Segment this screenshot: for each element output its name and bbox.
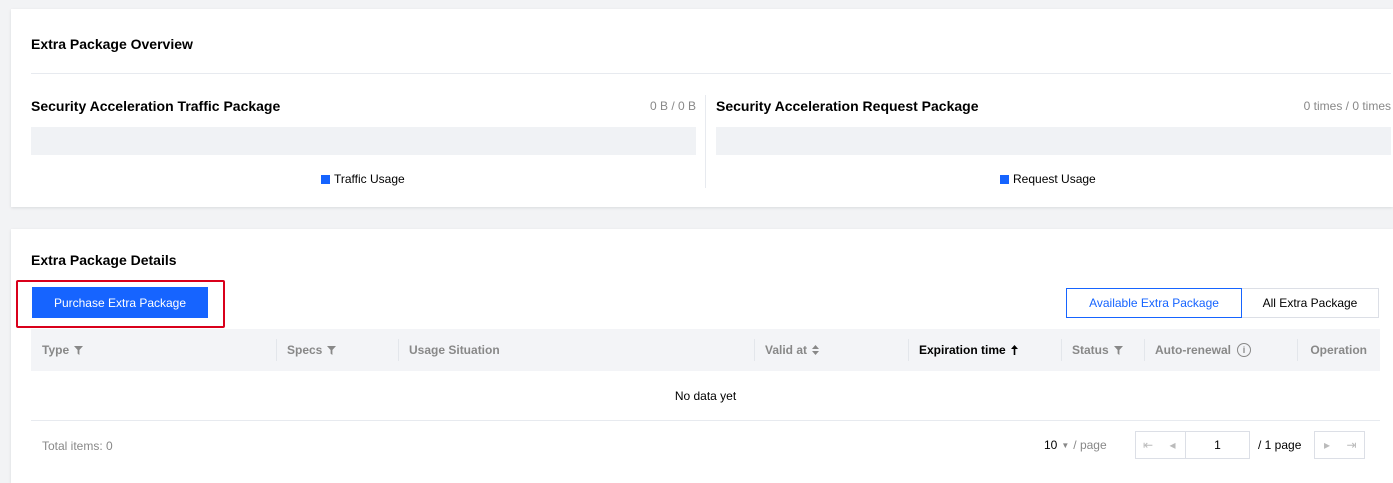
column-auto-renewal: Auto-renewal i bbox=[1155, 329, 1252, 371]
prev-page-button[interactable]: ◂ bbox=[1160, 431, 1186, 459]
sort-icon[interactable] bbox=[812, 345, 820, 355]
traffic-package-title: Security Acceleration Traffic Package bbox=[31, 98, 281, 114]
overview-title: Extra Package Overview bbox=[31, 36, 193, 52]
column-divider bbox=[1297, 339, 1298, 361]
request-legend: Request Usage bbox=[1000, 172, 1096, 186]
overview-card: Extra Package Overview Security Accelera… bbox=[11, 9, 1393, 207]
tab-available-extra-package[interactable]: Available Extra Package bbox=[1066, 288, 1242, 318]
details-title: Extra Package Details bbox=[31, 252, 177, 268]
first-page-icon: ⇤ bbox=[1142, 438, 1154, 452]
filter-icon[interactable] bbox=[74, 345, 84, 355]
info-icon[interactable]: i bbox=[1237, 343, 1252, 357]
column-divider bbox=[1144, 339, 1145, 361]
filter-icon[interactable] bbox=[1113, 345, 1123, 355]
column-divider bbox=[398, 339, 399, 361]
column-usage-situation: Usage Situation bbox=[409, 343, 500, 357]
column-divider bbox=[754, 339, 755, 361]
prev-page-icon: ◂ bbox=[1169, 438, 1176, 452]
column-divider bbox=[276, 339, 277, 361]
package-separator bbox=[705, 95, 706, 188]
last-page-button[interactable]: ⇥ bbox=[1339, 431, 1365, 459]
highlight-annotation bbox=[16, 280, 225, 328]
last-page-icon: ⇥ bbox=[1346, 438, 1357, 452]
first-page-button[interactable]: ⇤ bbox=[1135, 431, 1161, 459]
sort-ascending-icon[interactable] bbox=[1010, 345, 1018, 355]
details-card: Extra Package Details Purchase Extra Pac… bbox=[11, 229, 1393, 483]
page-size-select[interactable]: 10 ▼ / page bbox=[1044, 438, 1107, 452]
table-header: Type Specs Usage Situation Valid at Expi… bbox=[31, 329, 1380, 371]
traffic-legend: Traffic Usage bbox=[321, 172, 405, 186]
column-specs[interactable]: Specs bbox=[287, 329, 337, 371]
traffic-usage-bar bbox=[31, 127, 696, 155]
table-empty-row: No data yet bbox=[31, 371, 1380, 421]
column-valid-at[interactable]: Valid at bbox=[765, 329, 820, 371]
request-legend-swatch bbox=[1000, 174, 1009, 184]
request-legend-label: Request Usage bbox=[1013, 172, 1096, 186]
request-package-value: 0 times / 0 times bbox=[1303, 99, 1391, 113]
request-usage-bar bbox=[716, 127, 1391, 155]
next-page-button[interactable]: ▸ bbox=[1314, 431, 1340, 459]
column-divider bbox=[908, 339, 909, 361]
traffic-legend-swatch bbox=[321, 174, 330, 184]
tab-all-extra-package[interactable]: All Extra Package bbox=[1242, 288, 1379, 318]
filter-icon[interactable] bbox=[327, 345, 337, 355]
next-page-icon: ▸ bbox=[1323, 438, 1331, 452]
page-number-input[interactable]: 1 bbox=[1185, 431, 1250, 459]
column-divider bbox=[1061, 339, 1062, 361]
column-status[interactable]: Status bbox=[1072, 329, 1123, 371]
traffic-legend-label: Traffic Usage bbox=[334, 172, 405, 186]
chevron-down-icon: ▼ bbox=[1061, 440, 1070, 450]
traffic-package-value: 0 B / 0 B bbox=[649, 99, 696, 113]
request-package-title: Security Acceleration Request Package bbox=[716, 98, 979, 114]
total-pages-label: / 1 page bbox=[1258, 438, 1302, 452]
column-operation: Operation bbox=[1310, 343, 1367, 357]
overview-divider bbox=[31, 73, 1391, 74]
column-expiration-time[interactable]: Expiration time bbox=[919, 329, 1018, 371]
total-items-label: Total items: 0 bbox=[42, 439, 113, 453]
column-type[interactable]: Type bbox=[42, 329, 84, 371]
